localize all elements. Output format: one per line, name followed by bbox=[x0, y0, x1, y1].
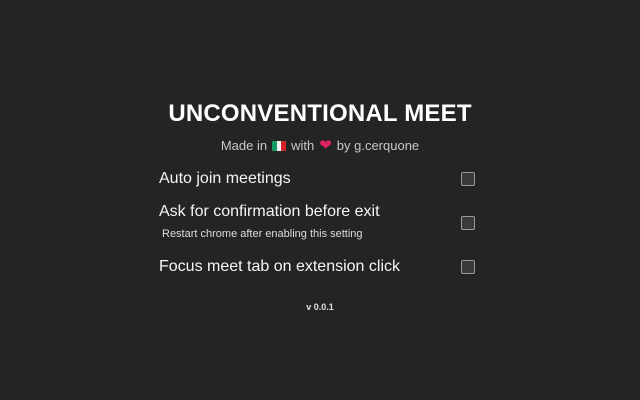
focus-tab-checkbox[interactable] bbox=[461, 260, 475, 274]
credit-line: Made in with ❤ by g.cerquone bbox=[0, 138, 640, 153]
auto-join-checkbox[interactable] bbox=[461, 172, 475, 186]
made-in-text: Made in bbox=[220, 138, 268, 153]
setting-label: Focus meet tab on extension click bbox=[159, 258, 401, 275]
app-title: UNCONVENTIONAL MEET bbox=[168, 100, 472, 127]
heart-icon: ❤ bbox=[319, 137, 332, 154]
setting-note: Restart chrome after enabling this setti… bbox=[162, 228, 363, 240]
author-text: by g.cerquone bbox=[336, 138, 420, 153]
setting-focus-tab: Focus meet tab on extension click bbox=[159, 258, 477, 276]
confirm-exit-checkbox[interactable] bbox=[461, 216, 475, 230]
setting-label: Ask for confirmation before exit bbox=[159, 203, 380, 220]
extension-popup: UNCONVENTIONAL MEET Made in with ❤ by g.… bbox=[0, 0, 640, 400]
italy-flag-icon bbox=[272, 140, 287, 151]
setting-label: Auto join meetings bbox=[159, 170, 291, 187]
with-text: with bbox=[291, 138, 315, 153]
setting-auto-join: Auto join meetings bbox=[159, 170, 477, 188]
version-label: v 0.0.1 bbox=[306, 302, 334, 312]
setting-confirm-exit: Ask for confirmation before exit Restart… bbox=[159, 203, 477, 240]
